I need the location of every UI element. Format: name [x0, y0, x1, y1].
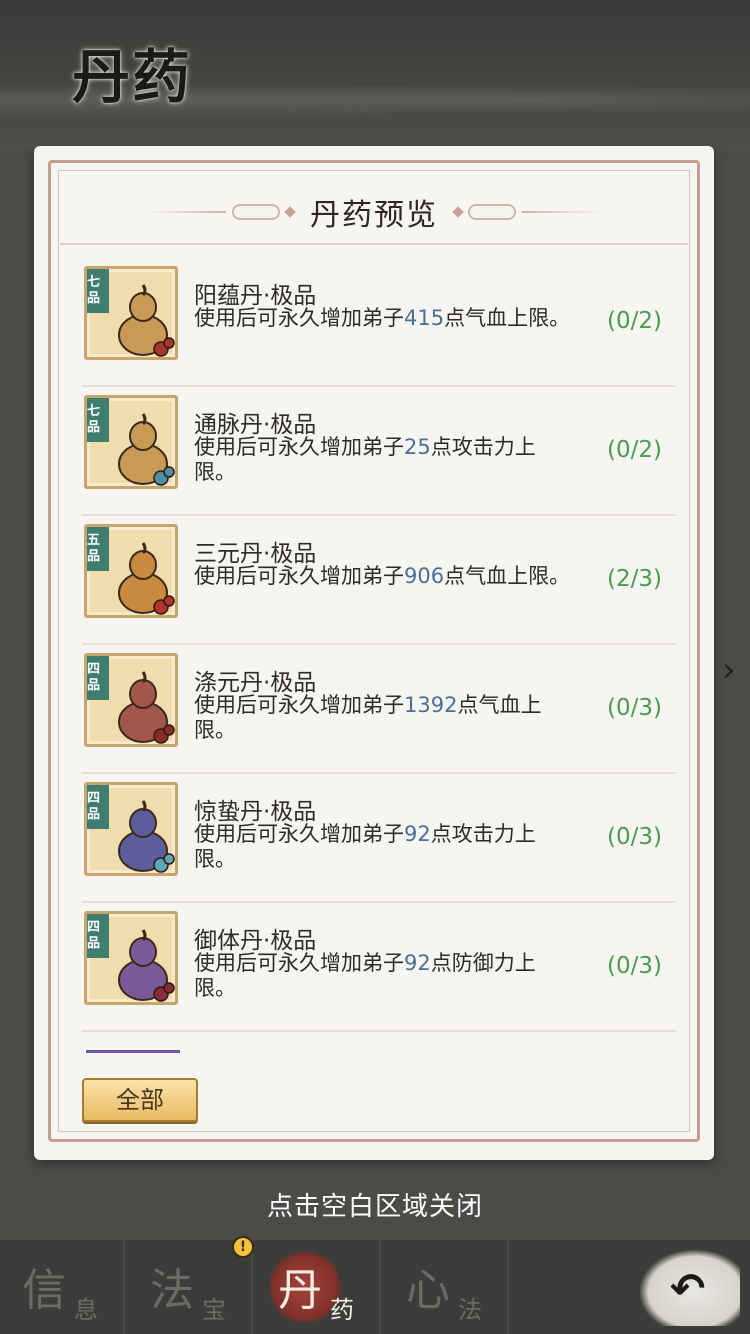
- pill-description: 使用后可永久增加弟子25点攻击力上限。: [194, 435, 536, 484]
- pill-preview-dialog: 丹药预览 七品 阳蕴丹·极品 使用后可永久增加弟子415点气血上限。 (0/2)…: [34, 146, 714, 1160]
- grade-tag: 四品: [87, 785, 109, 829]
- pill-name: 涤元丹·极品: [194, 670, 317, 696]
- pill-count: (0/3): [607, 953, 662, 979]
- pill-list-item[interactable]: 四品 涤元丹·极品 使用后可永久增加弟子1392点气血上限。 (0/3): [82, 645, 676, 774]
- next-item-peek: [86, 1050, 180, 1053]
- divider: [60, 243, 688, 245]
- header-ornament-right: [452, 204, 602, 220]
- back-button[interactable]: ↶: [640, 1250, 740, 1326]
- pill-count: (2/3): [607, 566, 662, 592]
- notification-badge: !: [232, 1236, 254, 1258]
- pill-description: 使用后可永久增加弟子1392点气血上限。: [194, 693, 542, 742]
- pill-list-item[interactable]: 五品 三元丹·极品 使用后可永久增加弟子906点气血上限。 (2/3): [82, 516, 676, 645]
- grade-tag: 四品: [87, 914, 109, 958]
- gourd-icon: [118, 413, 175, 486]
- pill-count: (0/3): [607, 695, 662, 721]
- pill-list-item[interactable]: 四品 御体丹·极品 使用后可永久增加弟子92点防御力上限。 (0/3): [82, 903, 676, 1032]
- page-title: 丹药: [72, 43, 193, 111]
- pill-icon[interactable]: 四品: [84, 911, 178, 1005]
- tab-3[interactable]: 心 法: [384, 1240, 509, 1334]
- pill-icon[interactable]: 五品: [84, 524, 178, 618]
- tab-label-main: 心: [406, 1265, 450, 1316]
- grade-tag: 七品: [87, 398, 109, 442]
- pill-icon[interactable]: 七品: [84, 395, 178, 489]
- grade-tag: 四品: [87, 656, 109, 700]
- tab-0[interactable]: 信 息: [0, 1240, 125, 1334]
- gourd-icon: [118, 542, 175, 615]
- pill-list-item[interactable]: 四品 惊蛰丹·极品 使用后可永久增加弟子92点攻击力上限。 (0/3): [82, 774, 676, 903]
- pill-value: 92: [404, 951, 431, 975]
- grade-tag: 五品: [87, 527, 109, 571]
- pill-icon[interactable]: 七品: [84, 266, 178, 360]
- back-arrow-icon: ↶: [670, 1264, 706, 1313]
- pill-description: 使用后可永久增加弟子92点攻击力上限。: [194, 822, 536, 871]
- tab-2[interactable]: 丹 药: [256, 1240, 381, 1334]
- pill-icon[interactable]: 四品: [84, 782, 178, 876]
- gourd-icon: [118, 929, 175, 1002]
- pill-count: (0/2): [607, 437, 662, 463]
- dialog-title: 丹药预览: [310, 198, 438, 233]
- pill-name: 阳蕴丹·极品: [194, 283, 317, 309]
- gourd-icon: [118, 284, 175, 357]
- pill-description: 使用后可永久增加弟子92点防御力上限。: [194, 951, 536, 1000]
- pill-value: 415: [404, 306, 445, 330]
- tab-label-sub: 息: [74, 1296, 98, 1324]
- dialog-header: 丹药预览: [34, 182, 714, 242]
- pill-list-item[interactable]: 七品 通脉丹·极品 使用后可永久增加弟子25点攻击力上限。 (0/2): [82, 387, 676, 516]
- pill-count: (0/3): [607, 824, 662, 850]
- pill-list-item[interactable]: 七品 阳蕴丹·极品 使用后可永久增加弟子415点气血上限。 (0/2): [82, 258, 676, 387]
- pill-count: (0/2): [607, 308, 662, 334]
- grade-tag: 七品: [87, 269, 109, 313]
- tab-label-sub: 法: [458, 1296, 482, 1324]
- pill-value: 92: [404, 822, 431, 846]
- tab-label-main: 信: [22, 1265, 66, 1316]
- pill-name: 通脉丹·极品: [194, 412, 317, 438]
- pill-list[interactable]: 七品 阳蕴丹·极品 使用后可永久增加弟子415点气血上限。 (0/2) 七品 通…: [82, 258, 676, 1046]
- pill-name: 御体丹·极品: [194, 928, 317, 954]
- pill-description: 使用后可永久增加弟子906点气血上限。: [194, 564, 571, 588]
- filter-all-button[interactable]: 全部: [82, 1078, 198, 1122]
- chevron-right-icon: ›: [722, 650, 736, 690]
- pill-name: 惊蛰丹·极品: [194, 799, 317, 825]
- close-hint: 点击空白区域关闭: [266, 1192, 483, 1222]
- pill-value: 25: [404, 435, 431, 459]
- bottom-tab-bar: 信 息 法 宝 丹 药 心 法: [0, 1240, 750, 1334]
- pill-value: 1392: [404, 693, 458, 717]
- tab-label-main: 法: [150, 1265, 194, 1316]
- gourd-icon: [118, 671, 175, 744]
- pill-name: 三元丹·极品: [194, 541, 317, 567]
- pill-icon[interactable]: 四品: [84, 653, 178, 747]
- pill-value: 906: [404, 564, 445, 588]
- gourd-icon: [118, 800, 175, 873]
- header-ornament-left: [146, 204, 296, 220]
- pill-description: 使用后可永久增加弟子415点气血上限。: [194, 306, 571, 330]
- tab-label-sub: 宝: [202, 1296, 226, 1324]
- tab-label-main: 丹: [278, 1265, 322, 1316]
- tab-label-sub: 药: [330, 1296, 354, 1324]
